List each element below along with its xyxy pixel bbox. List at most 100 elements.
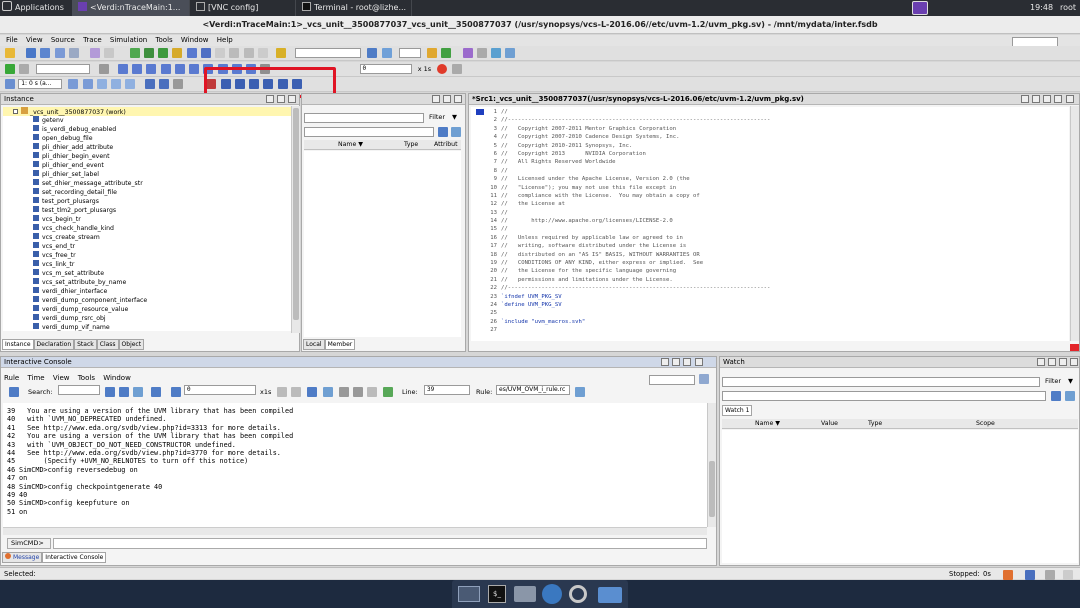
trace-diamond-icon[interactable]: [215, 48, 226, 58]
watch-scope-select[interactable]: [722, 377, 1040, 387]
tree-item[interactable]: verdi_dump_component_interface: [3, 296, 291, 305]
console-h-scrollbar[interactable]: [3, 527, 707, 535]
go-green2-icon[interactable]: [143, 48, 154, 58]
watch-filter-dropdown-icon[interactable]: ▼: [1068, 377, 1073, 385]
tree-item[interactable]: vcs_begin_tr: [3, 215, 291, 224]
task-verdi[interactable]: <Verdi:nTraceMain:1...: [72, 0, 190, 16]
status-home-icon[interactable]: [1003, 570, 1013, 580]
watch-col-type[interactable]: Type: [868, 419, 882, 429]
reverse-undo-icon[interactable]: [144, 79, 155, 89]
console-search-opt-icon[interactable]: [151, 387, 161, 397]
tree-item[interactable]: vcs_m_set_attribute: [3, 269, 291, 278]
code-line[interactable]: 15 //: [477, 225, 770, 233]
menu-file[interactable]: File: [6, 35, 18, 46]
new-state-icon[interactable]: [68, 48, 79, 58]
code-line[interactable]: 14 // http://www.apache.org/licenses/LICE…: [477, 217, 770, 225]
col-name[interactable]: Name ▼: [338, 140, 363, 150]
tree-root[interactable]: _vcs_unit__3500877037 (work): [3, 107, 291, 116]
tree-item[interactable]: vcs_create_stream: [3, 233, 291, 242]
code-line[interactable]: 8 //: [477, 167, 770, 175]
code-line[interactable]: 7 // All Rights Reserved Worldwide: [477, 158, 770, 166]
sync2-icon[interactable]: [82, 79, 93, 89]
code-line[interactable]: 25: [477, 309, 770, 317]
dock-files-icon[interactable]: [598, 587, 622, 603]
console-sync-icon[interactable]: [323, 387, 333, 397]
member-pin-icon[interactable]: [432, 95, 440, 103]
show-desktop-icon[interactable]: [458, 586, 480, 602]
source-scrollbar[interactable]: [1070, 106, 1079, 341]
maximize-icon[interactable]: [288, 95, 296, 103]
console-go-icon[interactable]: [383, 387, 393, 397]
watch-close-icon[interactable]: [1070, 358, 1078, 366]
scope-select[interactable]: [398, 48, 421, 58]
dock-search-icon[interactable]: [569, 585, 587, 603]
tree-item[interactable]: set_recording_detail_file: [3, 188, 291, 197]
code-line[interactable]: 18 // distributed on an "AS IS" BASIS, WI…: [477, 251, 770, 259]
sim-time-input[interactable]: 0: [359, 64, 412, 74]
console-close-icon[interactable]: [695, 358, 703, 366]
dock-browser-icon[interactable]: [542, 584, 562, 604]
driver-icon[interactable]: [186, 48, 197, 58]
console-line-input[interactable]: 39: [424, 385, 470, 395]
tree-item[interactable]: test_tlm2_port_plusargs: [3, 206, 291, 215]
member-search-next-icon[interactable]: [451, 127, 461, 137]
sync4-icon[interactable]: [111, 79, 122, 89]
console-find-input[interactable]: [649, 375, 695, 385]
float-icon[interactable]: [277, 95, 285, 103]
tab-member[interactable]: Member: [324, 339, 356, 350]
console-scrollbar[interactable]: [707, 403, 716, 527]
tray-verdi-icon[interactable]: [912, 1, 928, 15]
console-menu-tools[interactable]: Tools: [78, 373, 95, 384]
console-output[interactable]: 39 You are using a version of the UVM li…: [3, 403, 707, 531]
user-name[interactable]: root: [1060, 0, 1076, 16]
console-menu-view[interactable]: View: [53, 373, 70, 384]
tree-item[interactable]: verdi_dump_rsrc_obj: [3, 314, 291, 323]
console-time-input[interactable]: 0: [184, 385, 256, 395]
tab-instance[interactable]: Instance: [2, 339, 34, 350]
next-icon[interactable]: [174, 64, 185, 74]
instance-scroll-thumb[interactable]: [293, 108, 299, 320]
tree-item[interactable]: pli_dhier_set_label: [3, 170, 291, 179]
dropdown-arrow-icon[interactable]: [476, 48, 487, 58]
stop-circle-icon[interactable]: [98, 64, 109, 74]
menu-help[interactable]: Help: [217, 35, 233, 46]
trace-diamond2-icon[interactable]: [229, 48, 240, 58]
watch-col-scope[interactable]: Scope: [976, 419, 995, 429]
watch-maximize-icon[interactable]: [1059, 358, 1067, 366]
finish-icon[interactable]: [189, 64, 200, 74]
code-line[interactable]: 6 // Copyright 2013 NVIDIA Corporation: [477, 150, 770, 158]
watch-pin-icon[interactable]: [1037, 358, 1045, 366]
console-grid-icon[interactable]: [9, 387, 19, 397]
open-icon[interactable]: [5, 48, 15, 58]
tree-item[interactable]: set_dhier_message_attribute_str: [3, 179, 291, 188]
collapse-icon[interactable]: [13, 109, 18, 114]
console-menu-time[interactable]: Time: [27, 373, 44, 384]
run-time-select[interactable]: [36, 64, 91, 74]
code-line[interactable]: 26 `include "uvm_macros.svh": [477, 318, 770, 326]
back-arrow-icon[interactable]: [158, 48, 169, 58]
run-dropdown-icon[interactable]: [19, 64, 30, 74]
console-prev-icon[interactable]: [277, 387, 287, 397]
tree-item[interactable]: vcs_free_tr: [3, 251, 291, 260]
pin-icon[interactable]: [266, 95, 274, 103]
tree-item[interactable]: pli_dhier_add_attribute: [3, 143, 291, 152]
tree-item[interactable]: is_verdi_debug_enabled: [3, 125, 291, 134]
watch-search-next-icon[interactable]: [1065, 391, 1075, 401]
console-float-icon[interactable]: [672, 358, 680, 366]
tree-item[interactable]: getenv: [3, 116, 291, 125]
code-line[interactable]: 13 //: [477, 209, 770, 217]
tree-item[interactable]: vcs_end_tr: [3, 242, 291, 251]
code-line[interactable]: 2 //-------------------------------------…: [477, 116, 771, 124]
watch-float-icon[interactable]: [1048, 358, 1056, 366]
source-close-icon[interactable]: [1066, 95, 1074, 103]
step-out-icon[interactable]: [160, 64, 171, 74]
step-into-icon[interactable]: [132, 64, 143, 74]
step-icon[interactable]: [117, 64, 128, 74]
tab-local[interactable]: Local: [303, 339, 325, 350]
code-line[interactable]: 5 // Copyright 2010-2011 Synopsys, Inc.: [477, 142, 770, 150]
instance-scrollbar[interactable]: [291, 106, 300, 333]
code-line[interactable]: 21 // permissions and limitations under t…: [477, 276, 770, 284]
sync3-icon[interactable]: [96, 79, 107, 89]
status-more-icon[interactable]: [1063, 570, 1073, 580]
source-float-icon[interactable]: [1043, 95, 1051, 103]
